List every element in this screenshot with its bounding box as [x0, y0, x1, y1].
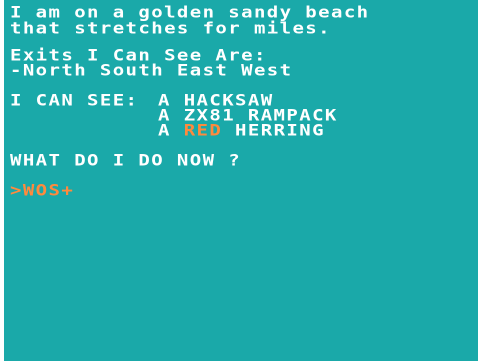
item-highlight-red: RED [183, 121, 223, 140]
question-prompt: WHAT DO I DO NOW ? [10, 151, 242, 170]
location-description-line-2: that stretches for miles. [10, 19, 331, 38]
item-article: A [158, 121, 184, 140]
visible-item-red-herring: A RED HERRING [158, 123, 325, 139]
text-adventure-display: I am on a golden sandy beach that stretc… [4, 0, 478, 361]
item-name: HERRING [222, 121, 325, 140]
game-screen: I am on a golden sandy beach that stretc… [0, 0, 478, 361]
command-input-line[interactable]: >WOS+ [10, 183, 74, 199]
command-input[interactable]: WOS+ [23, 181, 74, 199]
exits-list: -North South East West [10, 61, 293, 80]
location-description-line-1: I am on a golden sandy beach [10, 3, 370, 22]
inventory-heading: I CAN SEE: [10, 91, 139, 110]
command-prompt-marker: > [10, 181, 23, 200]
